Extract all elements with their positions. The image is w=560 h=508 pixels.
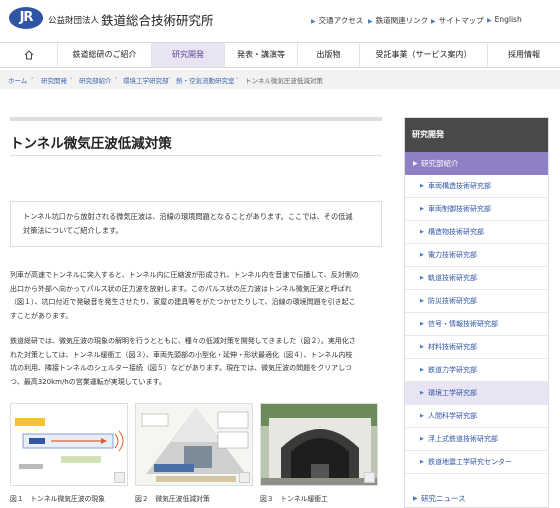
triangle-right-icon: ▶ (420, 229, 424, 235)
nav-item-about[interactable]: 鉄道総研のご紹介 (58, 43, 152, 67)
nav-item-services[interactable]: 受託事業（サービス案内） (360, 43, 488, 67)
nav-item-presentations[interactable]: 発表・講演等 (225, 43, 298, 67)
triangle-right-icon: ▶ (368, 18, 373, 25)
triangle-right-icon: ▶ (413, 495, 418, 502)
chevron-right-icon: › (115, 75, 118, 82)
sidebar-item-materials[interactable]: ▶ 材料技術研究部 (405, 336, 548, 359)
sidebar-item-vehicle-structure[interactable]: ▶ 車両構造技術研究部 (405, 175, 548, 198)
triangle-right-icon: ▶ (420, 252, 424, 258)
breadcrumb-lab[interactable]: 熱・空気流動研究室 (176, 75, 235, 85)
org-name-label[interactable]: 鉄道総合技術研究所 (101, 10, 214, 29)
body-text-line: 鉄道総研では、微気圧波の現象の解明を行うとともに、種々の低減対策を開発してきまし… (10, 337, 356, 345)
triangle-right-icon: ▶ (420, 390, 424, 396)
figure-2-caption: 図２ 微気圧波低減対策 (135, 495, 210, 503)
org-type-label: 公益財団法人 (48, 16, 100, 26)
triangle-right-icon: ▶ (413, 160, 418, 167)
breadcrumb-env-eng[interactable]: 環境工学研究部 (123, 75, 169, 85)
sidebar-item-vehicle-control[interactable]: ▶ 車両制御技術研究部 (405, 198, 548, 221)
body-text-line: （図１）、坑口付近で発破音を発生させたり、家屋の建具等をがたつかせたりして、沿線… (10, 298, 356, 306)
triangle-right-icon: ▶ (420, 275, 424, 281)
figure-3-thumbnail[interactable] (260, 403, 378, 486)
sidebar-item-signalling[interactable]: ▶ 信号・情報技術研究部 (405, 313, 548, 336)
triangle-right-icon: ▶ (420, 459, 424, 465)
triangle-right-icon: ▶ (420, 367, 424, 373)
sidebar-item-seismic-center[interactable]: ▶ 鉄道地震工学研究センター (405, 451, 548, 474)
tunnel-hood-photo (261, 404, 377, 485)
body-text-line: れた対策としては、トンネル緩衝工（図３）、車両先頭部の小型化・延伸・形状最適化（… (10, 351, 353, 359)
triangle-right-icon: ▶ (420, 206, 424, 212)
chevron-right-icon: › (236, 75, 239, 82)
home-icon (24, 50, 33, 60)
body-text-line: 坑の利用、隣接トンネルのシェルター接続（図５）などがあります。現在では、微気圧波… (10, 364, 352, 372)
triangle-right-icon: ▶ (311, 18, 316, 25)
magnifier-icon[interactable] (114, 472, 125, 483)
sidebar-item-structures[interactable]: ▶ 構造物技術研究部 (405, 221, 548, 244)
figure-3-caption: 図３ トンネル緩衝工 (260, 495, 328, 503)
sidebar: 研究開発 ▶ 研究部紹介 ▶ 車両構造技術研究部 ▶ 車両制御技術研究部 ▶ 構造物技術… (404, 117, 549, 508)
sidebar-research-news[interactable]: ▶ 研究ニュース (405, 488, 548, 508)
breadcrumb-research[interactable]: 研究開発 (41, 75, 67, 85)
triangle-right-icon: ▶ (420, 436, 424, 442)
sidebar-item-dynamics[interactable]: ▶ 鉄道力学研究部 (405, 359, 548, 382)
jr-logo[interactable]: JR (9, 7, 43, 29)
util-link-related[interactable]: ▶ 鉄道関連リンク (368, 15, 428, 26)
chevron-right-icon: › (31, 75, 34, 82)
breadcrumb: ホーム › 研究開発 › 研究部紹介 › 環境工学研究部 › 熱・空気流動研究室… (0, 70, 560, 89)
body-text-line: 出口から外部へ向かってパルス状の圧力波を放射します。このパルス状の圧力波はトンネ… (10, 285, 352, 293)
nav-item-publications[interactable]: 出版物 (298, 43, 360, 67)
sidebar-section[interactable]: ▶ 研究部紹介 (405, 152, 548, 175)
sidebar-item-human-science[interactable]: ▶ 人間科学研究部 (405, 405, 548, 428)
figure-1-thumbnail[interactable] (10, 403, 128, 486)
breadcrumb-current: トンネル微気圧波低減対策 (245, 77, 323, 85)
util-link-sitemap[interactable]: ▶ サイトマップ (431, 15, 484, 26)
magnifier-icon[interactable] (364, 472, 375, 483)
nav-home[interactable] (0, 43, 58, 67)
global-nav: 鉄道総研のご紹介 研究開発 発表・講演等 出版物 受託事業（サービス案内） 採用… (0, 42, 560, 68)
countermeasure-diagram (136, 404, 252, 485)
triangle-right-icon: ▶ (420, 298, 424, 304)
figure-1-caption: 図１ トンネル微気圧波の現象 (10, 495, 106, 503)
body-text-line: すことがあります。 (10, 312, 73, 320)
triangle-right-icon: ▶ (420, 344, 424, 350)
triangle-right-icon: ▶ (431, 18, 436, 25)
triangle-right-icon: ▶ (420, 183, 424, 189)
intro-text-line: トンネル坑口から放射される微気圧波は、沿線の環境問題となることがあります。ここで… (23, 212, 353, 221)
breadcrumb-home[interactable]: ホーム (8, 75, 27, 85)
site-header: JR 公益財団法人 鉄道総合技術研究所 ▶ 交通アクセス ▶ 鉄道関連リンク ▶ サイ… (0, 0, 560, 40)
triangle-right-icon: ▶ (420, 413, 424, 419)
figure-2-thumbnail[interactable] (135, 403, 253, 486)
util-link-english[interactable]: ▶ English (487, 15, 522, 24)
nav-item-recruit[interactable]: 採用情報 (488, 43, 560, 67)
intro-text-line: 対策法についてご紹介します。 (23, 226, 123, 235)
title-rule (10, 117, 382, 121)
title-divider (10, 155, 382, 156)
magnifier-icon[interactable] (239, 472, 250, 483)
util-link-access[interactable]: ▶ 交通アクセス (311, 15, 363, 26)
body-text-line: 列車が高速でトンネルに突入すると、トンネル内に圧縮波が形成され、トンネル内を音速… (10, 271, 359, 279)
sidebar-heading[interactable]: 研究開発 (405, 118, 548, 152)
chevron-right-icon: › (70, 75, 73, 82)
triangle-right-icon: ▶ (420, 321, 424, 327)
sidebar-item-disaster-prevention[interactable]: ▶ 防災技術研究部 (405, 290, 548, 313)
sidebar-item-environmental-eng[interactable]: ▶ 環境工学研究部 (405, 382, 548, 405)
chevron-right-icon: › (168, 75, 171, 82)
triangle-right-icon: ▶ (487, 17, 492, 24)
nav-item-research[interactable]: 研究開発 (152, 43, 225, 67)
sidebar-item-track[interactable]: ▶ 軌道技術研究部 (405, 267, 548, 290)
sidebar-item-maglev[interactable]: ▶ 浮上式鉄道技術研究部 (405, 428, 548, 451)
intro-box: トンネル坑口から放射される微気圧波は、沿線の環境問題となることがあります。ここで… (10, 201, 382, 247)
body-text-line: つ、最高320km/hの営業運転が実現しています。 (10, 378, 166, 386)
breadcrumb-divisions[interactable]: 研究部紹介 (79, 75, 112, 85)
micro-pressure-wave-diagram (11, 404, 127, 485)
page-title: トンネル微気圧波低減対策 (10, 136, 172, 152)
sidebar-item-power[interactable]: ▶ 電力技術研究部 (405, 244, 548, 267)
